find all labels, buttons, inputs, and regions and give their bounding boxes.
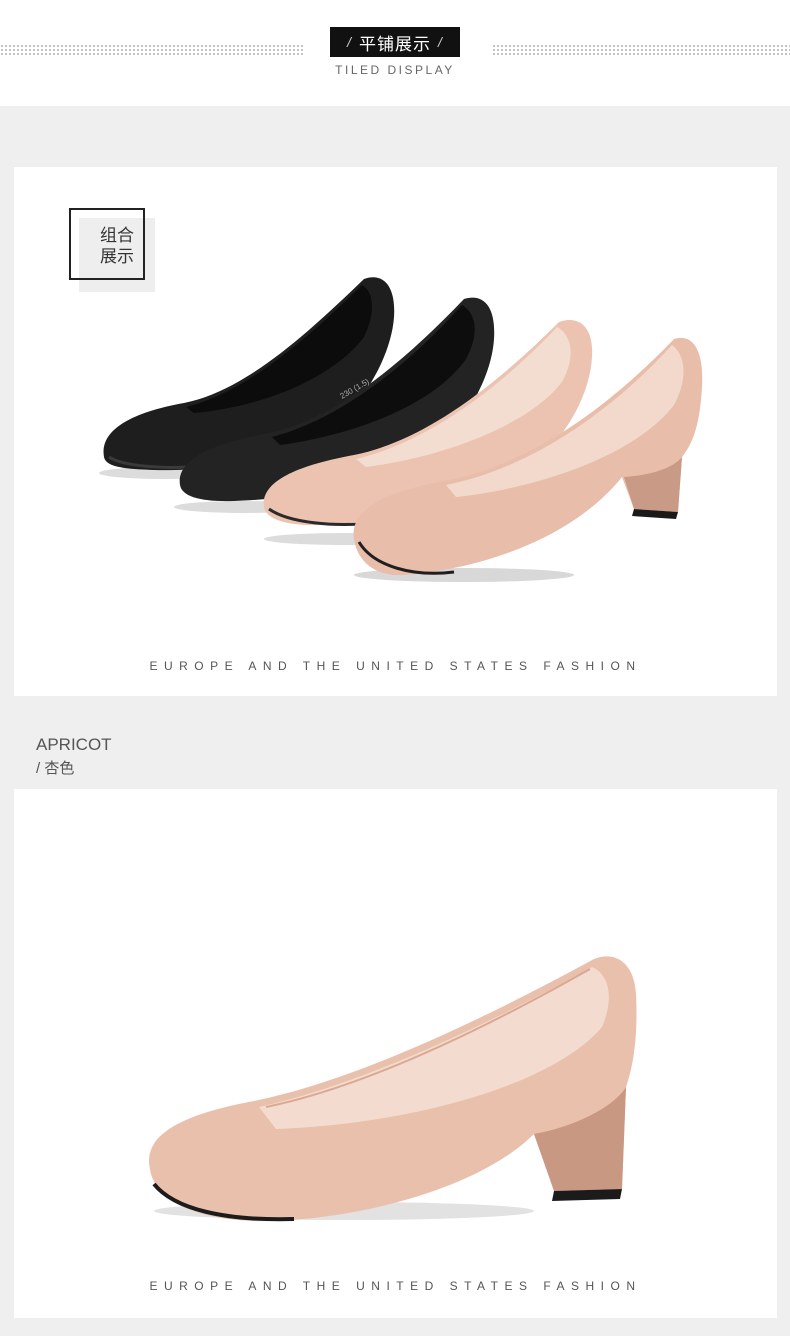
section-title-text: 平铺展示 xyxy=(359,34,431,54)
title-slash-left: / xyxy=(347,34,352,50)
title-slash-right: / xyxy=(438,34,443,50)
apricot-footer-text: EUROPE AND THE UNITED STATES FASHION xyxy=(149,1279,642,1293)
combo-tag-line2: 展示 xyxy=(100,247,134,266)
apricot-display-panel: EUROPE AND THE UNITED STATES FASHION xyxy=(14,789,777,1318)
dotted-divider-right xyxy=(492,44,790,56)
color-name-cn: / 杏色 xyxy=(36,760,75,777)
section-subtitle: TILED DISPLAY xyxy=(335,63,455,77)
combo-display-panel: 230 (1.5) 组合 展示 EUROPE AND THE UNITED ST… xyxy=(14,167,777,696)
combo-tag-line1: 组合 xyxy=(100,226,134,245)
dotted-divider-left xyxy=(0,44,304,56)
header: / 平铺展示 / TILED DISPLAY xyxy=(0,0,790,106)
combo-footer-text: EUROPE AND THE UNITED STATES FASHION xyxy=(149,659,642,673)
combo-tag: 组合 展示 xyxy=(79,225,155,267)
section-title: / 平铺展示 / xyxy=(330,27,460,57)
apricot-shoe-image xyxy=(149,956,637,1222)
color-name-en: APRICOT xyxy=(36,735,112,754)
